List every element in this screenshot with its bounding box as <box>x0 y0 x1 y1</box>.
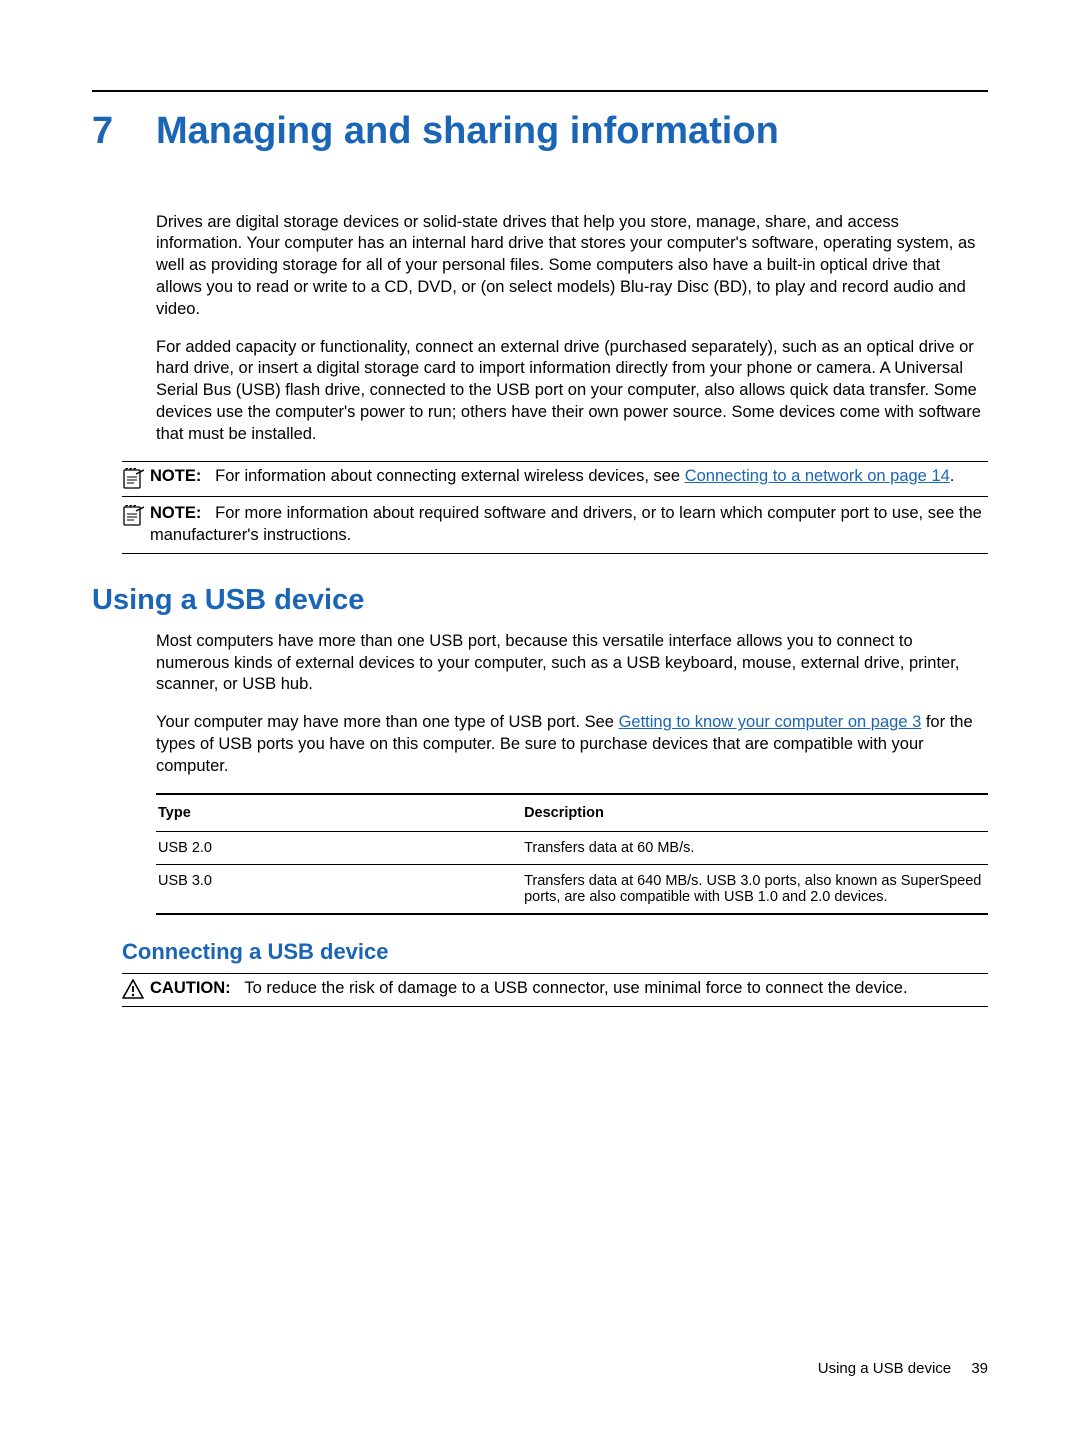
footer-page-number: 39 <box>971 1360 988 1377</box>
note-label: NOTE: <box>150 504 201 522</box>
page-footer: Using a USB device 39 <box>818 1360 988 1377</box>
caution-text: CAUTION: To reduce the risk of damage to… <box>150 978 908 1000</box>
th-desc: Description <box>522 794 988 832</box>
intro-block: Drives are digital storage devices or so… <box>156 212 988 446</box>
note-icon <box>122 466 150 490</box>
intro-paragraph-2: For added capacity or functionality, con… <box>156 337 988 446</box>
note-icon <box>122 503 150 547</box>
chapter-heading: 7 Managing and sharing information <box>92 110 988 154</box>
usb-p2-pre: Your computer may have more than one typ… <box>156 713 619 731</box>
link-getting-to-know[interactable]: Getting to know your computer on page 3 <box>619 713 922 731</box>
usb-type-table: Type Description USB 2.0 Transfers data … <box>156 793 988 915</box>
caution-label: CAUTION: <box>150 979 231 997</box>
usb-p2: Your computer may have more than one typ… <box>156 712 988 777</box>
usb-p1: Most computers have more than one USB po… <box>156 631 988 696</box>
table-row: USB 2.0 Transfers data at 60 MB/s. <box>156 832 988 865</box>
intro-paragraph-1: Drives are digital storage devices or so… <box>156 212 988 321</box>
note-1: NOTE: For information about connecting e… <box>122 461 988 497</box>
top-rule <box>92 90 988 92</box>
note-2-body: For more information about required soft… <box>150 504 982 544</box>
heading-using-usb: Using a USB device <box>92 584 988 617</box>
chapter-number: 7 <box>92 110 156 153</box>
document-page: 7 Managing and sharing information Drive… <box>0 0 1080 1437</box>
th-type: Type <box>156 794 522 832</box>
note-2-text: NOTE: For more information about require… <box>150 503 988 547</box>
table-row: USB 3.0 Transfers data at 640 MB/s. USB … <box>156 865 988 915</box>
note-2: NOTE: For more information about require… <box>122 499 988 554</box>
note-1-post: . <box>950 467 955 485</box>
caution-body: To reduce the risk of damage to a USB co… <box>244 979 907 997</box>
cell-desc: Transfers data at 60 MB/s. <box>522 832 988 865</box>
caution-icon <box>122 978 150 1000</box>
cell-type: USB 3.0 <box>156 865 522 915</box>
cell-desc: Transfers data at 640 MB/s. USB 3.0 port… <box>522 865 988 915</box>
note-1-text: NOTE: For information about connecting e… <box>150 466 954 490</box>
heading-connecting-usb: Connecting a USB device <box>122 939 988 965</box>
caution-block: CAUTION: To reduce the risk of damage to… <box>122 973 988 1007</box>
cell-type: USB 2.0 <box>156 832 522 865</box>
link-connecting-network[interactable]: Connecting to a network on page 14 <box>685 467 950 485</box>
chapter-title: Managing and sharing information <box>156 110 779 154</box>
note-label: NOTE: <box>150 467 201 485</box>
table-header-row: Type Description <box>156 794 988 832</box>
usb-body: Most computers have more than one USB po… <box>156 631 988 916</box>
note-1-pre: For information about connecting externa… <box>215 467 685 485</box>
footer-section-title: Using a USB device <box>818 1360 951 1377</box>
